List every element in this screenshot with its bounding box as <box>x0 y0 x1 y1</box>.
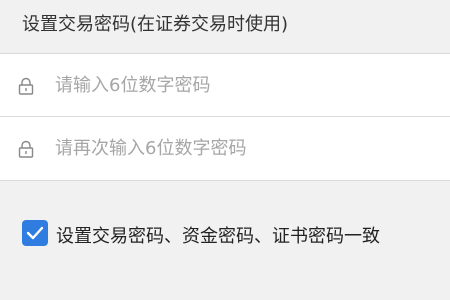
password-field-row <box>0 54 450 116</box>
lock-icon <box>18 140 34 158</box>
confirm-password-field-row <box>0 117 450 179</box>
same-password-checkbox[interactable] <box>22 220 48 246</box>
trade-password-page: 设置交易密码(在证券交易时使用) 设置交易密码、资金密码、证书密码一致 <box>0 0 450 300</box>
lock-icon <box>18 77 34 95</box>
password-form-card <box>0 54 450 181</box>
section-header: 设置交易密码(在证券交易时使用) <box>0 0 450 54</box>
password-input[interactable] <box>55 68 435 102</box>
same-password-label: 设置交易密码、资金密码、证书密码一致 <box>56 226 380 247</box>
confirm-password-input[interactable] <box>55 131 435 165</box>
section-title: 设置交易密码(在证券交易时使用) <box>22 14 289 35</box>
checkmark-icon <box>26 226 44 240</box>
same-password-agreement[interactable]: 设置交易密码、资金密码、证书密码一致 <box>22 220 442 248</box>
